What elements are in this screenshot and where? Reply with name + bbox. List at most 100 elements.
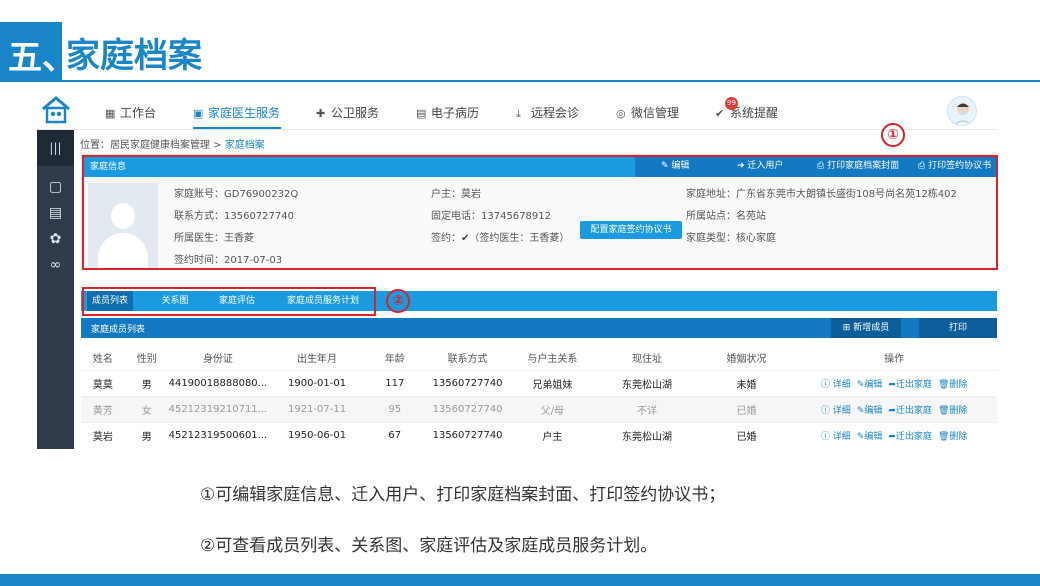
edit-label: 编辑 bbox=[864, 431, 883, 442]
add-member-button[interactable]: ⊞ 新增成员 bbox=[831, 318, 901, 338]
slide-number-box: 五、 bbox=[0, 22, 76, 80]
cell-name: 莫岩 bbox=[81, 421, 125, 448]
nav-public-health[interactable]: ✚ 公卫服务 bbox=[316, 104, 379, 121]
move-out-link[interactable]: ➦迁出家庭 bbox=[888, 380, 932, 390]
nav-label: 公卫服务 bbox=[331, 106, 380, 120]
cell-address: 不详 bbox=[592, 395, 702, 422]
cell-ops: ⓘ 详细 ✎编辑 ➦迁出家庭 🗑删除 bbox=[791, 369, 997, 396]
edit-link[interactable]: ✎编辑 bbox=[857, 380, 883, 390]
delete-link[interactable]: 🗑删除 bbox=[938, 380, 967, 390]
print-members-button[interactable]: 打印 bbox=[919, 318, 997, 338]
cell-id: 44190018888080... bbox=[168, 369, 268, 396]
detail-link[interactable]: ⓘ 详细 bbox=[821, 380, 851, 390]
cell-phone: 13560727740 bbox=[422, 421, 513, 448]
nav-label: 电子病历 bbox=[431, 106, 480, 120]
app-window: ▦ 工作台 ▣ 家庭医生服务 ✚ 公卫服务 ▤ 电子病历 ⤓ 远程会诊 ◎ 微信管理 ✔ 系统… bbox=[37, 92, 997, 449]
doctor-avatar-icon bbox=[954, 103, 972, 125]
move-out-label: 迁出家庭 bbox=[895, 431, 932, 442]
house-logo-icon[interactable] bbox=[39, 95, 73, 125]
plus-circle-icon: ✚ bbox=[316, 107, 326, 120]
cell-ops: ⓘ 详细 ✎编辑 ➦迁出家庭 🗑删除 bbox=[791, 395, 997, 422]
wechat-icon: ◎ bbox=[616, 107, 626, 120]
column-header: 身份证 bbox=[202, 354, 233, 366]
slide-title: 家庭档案 bbox=[66, 36, 202, 76]
cell-age: 67 bbox=[366, 421, 423, 448]
annotation-box-1 bbox=[82, 155, 998, 270]
cell-phone: 13560727740 bbox=[422, 395, 513, 422]
nav-wechat[interactable]: ◎ 微信管理 bbox=[616, 104, 679, 121]
cell-birth: 1900-01-01 bbox=[267, 369, 367, 396]
detail-link[interactable]: ⓘ 详细 bbox=[821, 406, 851, 416]
move-out-link[interactable]: ➦迁出家庭 bbox=[888, 406, 932, 416]
edit-label: 编辑 bbox=[864, 379, 883, 390]
column-header: 联系方式 bbox=[447, 354, 488, 366]
table-row[interactable]: 莫岩 男 45212319500601... 1950-06-01 67 135… bbox=[81, 421, 997, 448]
detail-link[interactable]: ⓘ 详细 bbox=[821, 432, 851, 442]
cell-age: 95 bbox=[366, 395, 423, 422]
edit-doc-icon[interactable]: ▤ bbox=[37, 202, 74, 224]
nav-label: 系统提醒 bbox=[730, 106, 779, 120]
detail-label: 详细 bbox=[832, 379, 851, 390]
record-icon: ▤ bbox=[416, 107, 427, 120]
move-out-link[interactable]: ➦迁出家庭 bbox=[888, 432, 932, 442]
person-card-icon[interactable]: ▢ bbox=[37, 176, 74, 198]
edit-link[interactable]: ✎编辑 bbox=[857, 406, 883, 416]
delete-link[interactable]: 🗑删除 bbox=[938, 432, 967, 442]
grid-icon: ▦ bbox=[105, 107, 116, 120]
cell-marital: 已婚 bbox=[701, 395, 792, 422]
alert-count-badge: 99 bbox=[725, 97, 738, 110]
annotation-marker-1: ① bbox=[881, 123, 905, 147]
table-row[interactable]: 黄芳 女 45212319210711... 1921-07-11 95 135… bbox=[81, 395, 997, 422]
column-header: 年龄 bbox=[384, 354, 405, 366]
cell-age: 117 bbox=[366, 369, 423, 396]
table-row[interactable]: 莫莫 男 44190018888080... 1900-01-01 117 13… bbox=[81, 369, 997, 396]
cell-address: 东莞松山湖 bbox=[592, 369, 702, 396]
member-list-header: 家庭成员列表 ⊞ 新增成员 打印 bbox=[81, 318, 997, 338]
apps-icon[interactable]: ✿ bbox=[37, 228, 74, 250]
cell-relation: 户主 bbox=[512, 421, 593, 448]
column-header: 婚姻状况 bbox=[726, 354, 767, 366]
nav-emr[interactable]: ▤ 电子病历 bbox=[416, 104, 479, 121]
slide-bottom-bar bbox=[0, 574, 1040, 586]
move-out-label: 迁出家庭 bbox=[895, 405, 932, 416]
description-line-1: ①可编辑家庭信息、迁入用户、打印家庭档案封面、打印签约协议书； bbox=[200, 485, 726, 505]
breadcrumb-prefix: 位置： bbox=[80, 140, 110, 151]
add-member-label: 新增成员 bbox=[853, 323, 890, 333]
cell-gender: 男 bbox=[124, 369, 169, 396]
column-header: 出生年月 bbox=[297, 354, 338, 366]
cell-birth: 1950-06-01 bbox=[267, 421, 367, 448]
cell-id: 45212319210711... bbox=[168, 395, 268, 422]
member-table: 姓名 性别 身份证 出生年月 年龄 联系方式 与户主关系 现住址 婚姻状况 操作… bbox=[81, 346, 997, 448]
move-out-label: 迁出家庭 bbox=[895, 379, 932, 390]
nav-label: 远程会诊 bbox=[531, 106, 580, 120]
nav-family-doctor[interactable]: ▣ 家庭医生服务 bbox=[193, 104, 280, 121]
cell-birth: 1921-07-11 bbox=[267, 395, 367, 422]
detail-label: 详细 bbox=[832, 431, 851, 442]
sidebar: ||| ▢ ▤ ✿ ∞ bbox=[37, 130, 74, 449]
column-header: 姓名 bbox=[92, 354, 113, 366]
column-header: 与户主关系 bbox=[527, 354, 578, 366]
nav-label: 工作台 bbox=[120, 106, 157, 120]
cell-marital: 已婚 bbox=[701, 421, 792, 448]
link-icon[interactable]: ∞ bbox=[37, 254, 74, 276]
annotation-marker-2: ② bbox=[386, 289, 410, 313]
edit-link[interactable]: ✎编辑 bbox=[857, 432, 883, 442]
edit-label: 编辑 bbox=[864, 405, 883, 416]
delete-link[interactable]: 🗑删除 bbox=[938, 406, 967, 416]
nav-system-alerts[interactable]: ✔ 系统提醒 bbox=[715, 104, 778, 121]
detail-label: 详细 bbox=[832, 405, 851, 416]
cell-name: 黄芳 bbox=[81, 395, 125, 422]
cell-id: 45212319500601... bbox=[168, 421, 268, 448]
nav-workbench[interactable]: ▦ 工作台 bbox=[105, 104, 156, 121]
menu-toggle-icon[interactable]: ||| bbox=[37, 130, 74, 166]
user-avatar[interactable] bbox=[947, 96, 977, 126]
nav-active-underline bbox=[193, 127, 281, 129]
cell-ops: ⓘ 详细 ✎编辑 ➦迁出家庭 🗑删除 bbox=[791, 421, 997, 448]
column-header: 现住址 bbox=[632, 354, 662, 366]
breadcrumb-parent[interactable]: 居民家庭健康档案管理 bbox=[110, 140, 210, 151]
cell-gender: 男 bbox=[124, 421, 169, 448]
description-line-2: ②可查看成员列表、关系图、家庭评估及家庭成员服务计划。 bbox=[200, 536, 658, 556]
breadcrumb-current: 家庭档案 bbox=[224, 140, 265, 151]
cell-phone: 13560727740 bbox=[422, 369, 513, 396]
nav-remote-consult[interactable]: ⤓ 远程会诊 bbox=[516, 104, 579, 121]
